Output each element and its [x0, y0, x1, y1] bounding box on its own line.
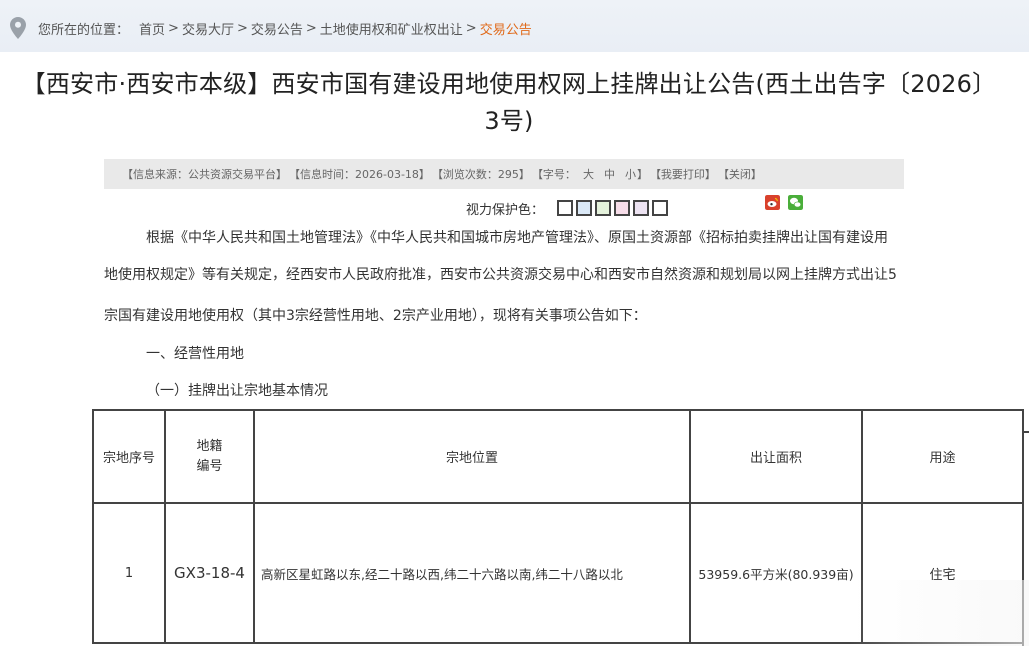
breadcrumb-separator: >: [168, 20, 179, 36]
font-medium-button[interactable]: 中: [604, 166, 615, 182]
eye-color-swatch-1[interactable]: [557, 200, 574, 216]
page-title: 【西安市·西安市本级】西安市国有建设用地使用权网上挂牌出让公告(西土出告字〔20…: [21, 70, 997, 135]
breadcrumb-announcements[interactable]: 交易公告: [251, 19, 303, 38]
table-next-column-edge: [1022, 409, 1029, 646]
font-size-close: 】: [636, 168, 648, 181]
header-parcel-location: 宗地位置: [253, 409, 691, 504]
close-button[interactable]: 【关闭】: [718, 166, 762, 182]
info-source: 【信息来源：公共资源交易平台】: [122, 168, 287, 181]
breadcrumb-separator: >: [236, 20, 248, 36]
breadcrumb-land-rights[interactable]: 土地使用权和矿业权出让: [320, 19, 463, 38]
header-transfer-area: 出让面积: [689, 409, 863, 504]
intro-paragraph-line-3: 宗国有建设用地使用权（其中3宗经营性用地、2宗产业用地），现将有关事项公告如下：: [104, 308, 647, 324]
info-time: 【信息时间：2026-03-18】: [289, 168, 430, 181]
breadcrumb-home[interactable]: 首页: [139, 19, 165, 38]
eye-color-swatch-4[interactable]: [614, 200, 631, 216]
intro-paragraph-line-1: 根据《中华人民共和国土地管理法》《中华人民共和国城市房地产管理法》、原国土资源部…: [146, 230, 888, 246]
table-header-row: 宗地序号 地籍 编号 宗地位置 出让面积 用途: [92, 409, 1024, 504]
cell-land-use: 住宅: [861, 502, 1024, 644]
breadcrumb-trading-hall[interactable]: 交易大厅: [182, 19, 234, 38]
print-button[interactable]: 【我要打印】: [650, 166, 716, 182]
breadcrumb: 您所在的位置： 首页 > 交易大厅 > 交易公告 > 土地使用权和矿业权出让 >…: [10, 17, 532, 39]
share-icons: [765, 195, 803, 210]
cell-transfer-area: 53959.6平方米(80.939亩): [689, 502, 863, 644]
table-row: 1 GX3-18-4 高新区星虹路以东,经二十路以西,纬二十六路以南,纬二十八路…: [92, 502, 1024, 644]
breadcrumb-prefix: 您所在的位置：: [38, 22, 130, 38]
header-parcel-number: 宗地序号: [92, 409, 166, 504]
subsection-heading-basic-info: （一）挂牌出让宗地基本情况: [146, 383, 328, 399]
eye-color-swatch-3[interactable]: [595, 200, 612, 216]
eye-color-swatch-6[interactable]: [652, 200, 669, 216]
view-count: 【浏览次数：295】: [431, 168, 530, 181]
info-meta-bar: 【信息来源：公共资源交易平台】 【信息时间：2026-03-18】 【浏览次数：…: [104, 159, 904, 189]
land-parcel-table: 宗地序号 地籍 编号 宗地位置 出让面积 用途 1 GX3-18-4 高新区星虹…: [92, 409, 1024, 644]
breadcrumb-current[interactable]: 交易公告: [480, 19, 532, 38]
font-small-button[interactable]: 小: [625, 166, 636, 182]
wechat-share-icon[interactable]: [788, 195, 803, 210]
breadcrumb-separator: >: [465, 20, 477, 36]
header-cadastral-code: 地籍 编号: [164, 409, 255, 504]
location-pin-icon: [10, 17, 26, 39]
font-size-label: 【字号：: [531, 168, 576, 181]
cell-parcel-number: 1: [92, 502, 166, 644]
header-land-use: 用途: [861, 409, 1024, 504]
weibo-share-icon[interactable]: [765, 195, 780, 210]
intro-paragraph-line-2: 地使用权规定》等有关规定，经西安市人民政府批准，西安市公共资源交易中心和西安市自…: [104, 267, 897, 283]
breadcrumb-separator: >: [305, 20, 317, 36]
eye-protection-label: 视力保护色：: [466, 202, 545, 218]
font-large-button[interactable]: 大: [583, 166, 594, 182]
cell-cadastral-code: GX3-18-4: [164, 502, 255, 644]
eye-protection-swatches: [554, 200, 669, 216]
section-heading-commercial-land: 一、经营性用地: [146, 346, 244, 362]
eye-color-swatch-2[interactable]: [576, 200, 593, 216]
eye-color-swatch-5[interactable]: [633, 200, 650, 216]
eye-protection-row: 视力保护色：: [466, 197, 669, 219]
cell-parcel-location: 高新区星虹路以东,经二十路以西,纬二十六路以南,纬二十八路以北: [253, 502, 691, 644]
